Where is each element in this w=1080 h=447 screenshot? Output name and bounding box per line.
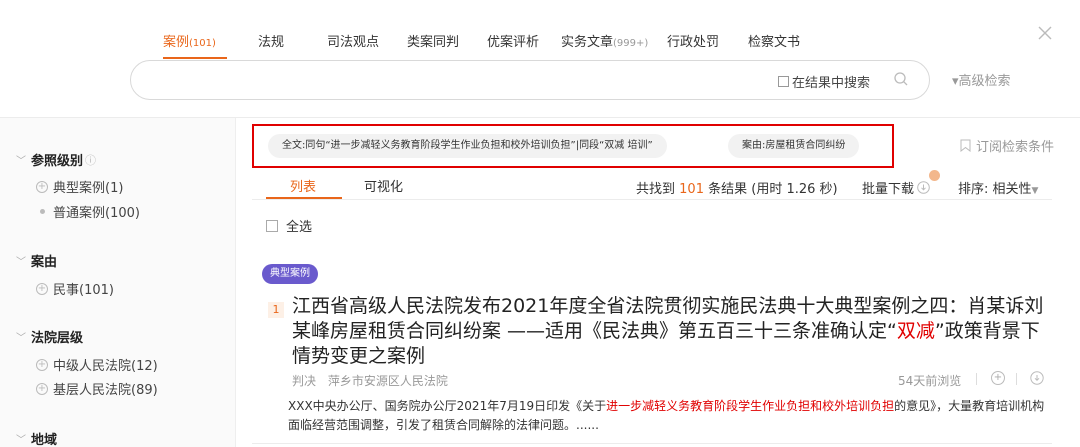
title-highlight: 双减 [896, 320, 935, 342]
bullet-icon [40, 209, 45, 214]
sidebar-group-reference-level[interactable]: ﹀ 参照级别 ⓘ [16, 150, 96, 170]
tab-cases[interactable]: 案例(101) [163, 31, 216, 50]
batch-download-label: 批量下载 [862, 182, 915, 197]
sidebar-item-label: 中级人民法院(12) [53, 359, 158, 374]
sidebar-group-title: 地域 [31, 433, 58, 447]
bookmark-icon [960, 139, 971, 152]
chevron-down-icon: ﹀ [16, 333, 26, 344]
snippet-highlight: 进一步减轻义务教育阶段学生作业负担和校外培训负担 [606, 399, 895, 413]
plus-icon: + [36, 180, 48, 193]
tab-label: 行政处罚 [667, 35, 720, 50]
result-rank: 1 [268, 302, 284, 318]
chevron-down-icon: ﹀ [16, 156, 26, 167]
active-tab-underline [163, 57, 227, 59]
download-icon[interactable] [1030, 371, 1044, 385]
sidebar-group-cause[interactable]: ﹀ 案由 [16, 251, 57, 270]
checkbox-box[interactable] [778, 76, 789, 87]
select-all-checkbox[interactable]: 全选 [266, 216, 312, 235]
sidebar-item-label: 基层人民法院(89) [53, 383, 158, 398]
subscribe-search-button[interactable]: 订阅检索条件 [960, 136, 1054, 155]
info-icon[interactable]: ⓘ [85, 152, 96, 168]
filter-chip-fulltext[interactable]: 全文:同句“进一步减轻义务教育阶段学生作业负担和校外培训负担”|同段“双减 培训… [268, 134, 667, 158]
tab-procuratorate-docs[interactable]: 检察文书 [748, 31, 800, 50]
sidebar-group-title: 案由 [31, 255, 58, 270]
result-meta: 判决 萍乡市安源区人民法院 [292, 372, 448, 389]
tab-label: 案例 [163, 35, 190, 50]
search-icon[interactable] [893, 71, 909, 87]
sidebar-group-court-level[interactable]: ﹀ 法院层级 [16, 327, 83, 346]
sidebar-item-label: 典型案例(1) [53, 181, 124, 196]
chevron-down-icon: ﹀ [16, 435, 26, 446]
tab-visualize[interactable]: 可视化 [364, 176, 403, 195]
divider [252, 443, 1052, 444]
select-all-label: 全选 [286, 220, 313, 235]
sidebar-group-region[interactable]: ﹀ 地域 [16, 429, 57, 447]
tab-label: 检察文书 [748, 35, 801, 50]
sort-value: 相关性 [992, 182, 1032, 197]
sidebar-item-basic-court[interactable]: + 基层人民法院(89) [36, 379, 158, 398]
search-in-results-label: 在结果中搜索 [792, 76, 871, 91]
tab-laws[interactable]: 法规 [258, 31, 284, 50]
sidebar-item-typical-cases[interactable]: + 典型案例(1) [36, 177, 123, 196]
result-count-suffix: 条结果 (用时 1.26 秒) [708, 182, 838, 197]
plus-icon: + [36, 282, 48, 295]
result-count-number: 101 [679, 182, 704, 197]
court-name: 萍乡市安源区人民法院 [327, 374, 448, 388]
result-title-link[interactable]: 江西省高级人民法院发布2021年度全省法院贯彻实施民法典十大典型案例之四：肖某诉… [292, 294, 1052, 369]
sidebar-item-intermediate-court[interactable]: + 中级人民法院(12) [36, 355, 158, 374]
sidebar-group-title: 参照级别 [31, 154, 84, 169]
result-count-prefix: 共找到 [636, 182, 676, 197]
plus-icon: + [36, 382, 48, 395]
sidebar-group-title: 法院层级 [31, 331, 84, 346]
category-tabs: 案例(101) 法规 司法观点 类案同判 优案评析 实务文章(999+) 行政处… [0, 31, 1080, 61]
sort-dropdown[interactable]: 排序: 相关性▼ [958, 178, 1038, 197]
result-snippet: XXX中央办公厅、国务院办公厅2021年7月19日印发《关于进一步减轻义务教育阶… [288, 397, 1052, 435]
document-type: 判决 [292, 374, 317, 388]
result-count: 共找到 101 条结果 (用时 1.26 秒) [636, 178, 838, 197]
tab-admin-penalties[interactable]: 行政处罚 [667, 31, 719, 50]
sidebar-item-label: 民事(101) [53, 283, 114, 298]
tab-count: (101) [189, 38, 216, 49]
divider [976, 373, 977, 385]
close-icon[interactable] [1036, 24, 1056, 44]
tab-similar-cases[interactable]: 类案同判 [407, 31, 459, 50]
tab-list[interactable]: 列表 [290, 176, 316, 195]
tab-practice-articles[interactable]: 实务文章(999+) [561, 31, 648, 50]
add-icon[interactable]: + [991, 371, 1005, 385]
typical-case-badge: 典型案例 [262, 264, 318, 284]
advanced-search-link[interactable]: ▾高级检索 [952, 70, 1011, 89]
snippet-text: XXX中央办公厅、国务院办公厅2021年7月19日印发《关于 [288, 399, 607, 413]
chevron-down-icon: ﹀ [16, 257, 26, 268]
plus-icon: + [36, 358, 48, 371]
sidebar-item-label: 普通案例(100) [53, 206, 140, 221]
filter-chip-cause[interactable]: 案由:房屋租赁合同纠纷 [728, 134, 860, 158]
subscribe-label: 订阅检索条件 [976, 140, 1055, 155]
tab-count: (999+) [613, 38, 649, 49]
tab-judicial-views[interactable]: 司法观点 [327, 31, 379, 50]
view-history: 54天前浏览 [898, 374, 962, 388]
search-in-results-checkbox[interactable]: 在结果中搜索 [778, 72, 870, 91]
tab-label: 法规 [258, 35, 285, 50]
sidebar-item-ordinary-cases[interactable]: 普通案例(100) [36, 202, 140, 221]
notification-dot [929, 170, 940, 181]
tab-label: 类案同判 [407, 35, 460, 50]
download-icon [917, 181, 930, 194]
chevron-down-icon: ▼ [1031, 186, 1039, 196]
tab-label: 实务文章 [561, 35, 614, 50]
tab-case-reviews[interactable]: 优案评析 [487, 31, 539, 50]
checkbox-box[interactable] [266, 219, 278, 232]
batch-download-button[interactable]: 批量下载 [862, 178, 930, 197]
divider [252, 199, 1052, 200]
tab-label: 优案评析 [487, 35, 540, 50]
tab-label: 司法观点 [327, 35, 380, 50]
sidebar-item-civil[interactable]: + 民事(101) [36, 279, 114, 298]
sort-label: 排序: [958, 182, 989, 197]
divider [1016, 373, 1017, 385]
